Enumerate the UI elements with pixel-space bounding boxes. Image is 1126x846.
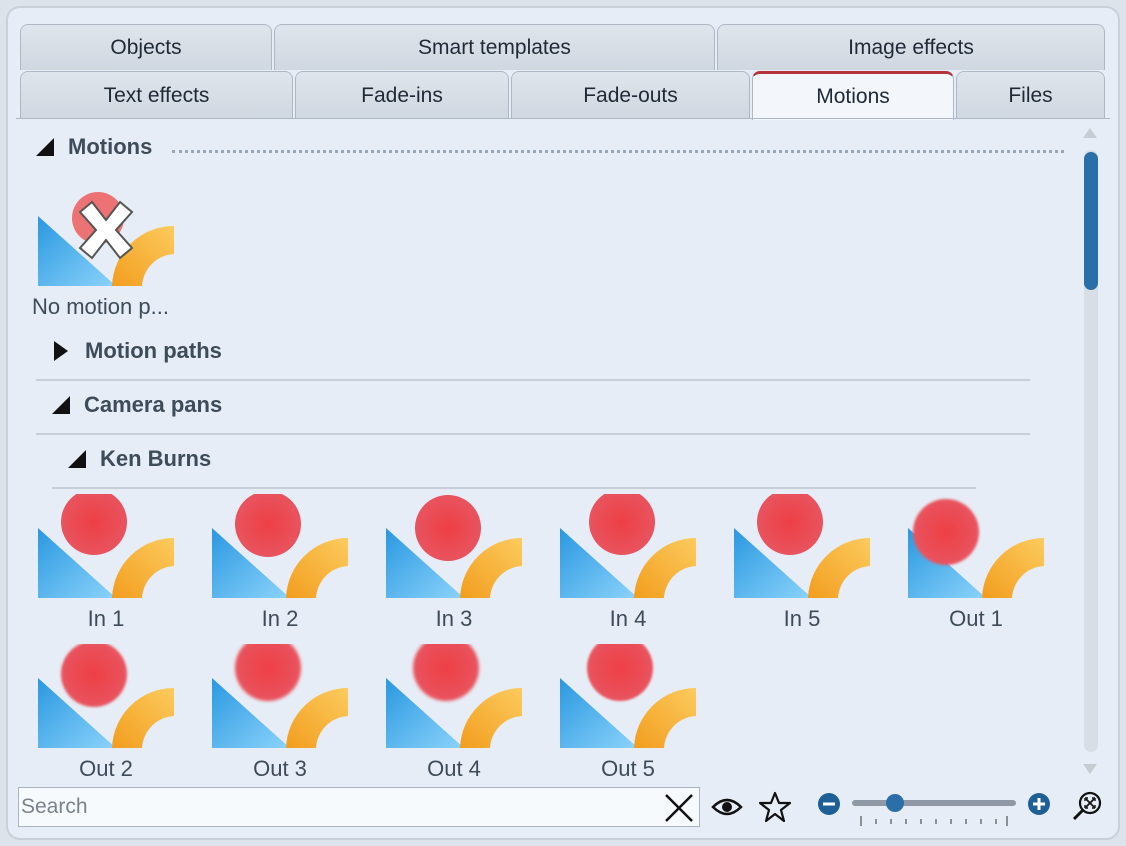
ken-burns-item[interactable]: Out 3 bbox=[210, 644, 350, 782]
section-separator bbox=[36, 379, 1030, 381]
ken-burns-item-label: Out 2 bbox=[79, 756, 133, 781]
zoom-slider[interactable] bbox=[852, 800, 1016, 806]
motion-thumbnail-icon bbox=[38, 494, 174, 598]
motion-thumbnail-icon bbox=[908, 499, 1044, 598]
motion-thumbnail-icon bbox=[734, 494, 870, 598]
ken-burns-item[interactable]: Out 2 bbox=[36, 644, 176, 782]
scrollbar-thumb[interactable] bbox=[1084, 152, 1098, 290]
ken-burns-item-label: Out 5 bbox=[601, 756, 655, 781]
section-separator bbox=[36, 433, 1030, 435]
zoom-slider-ticks bbox=[860, 816, 1008, 826]
search-box bbox=[18, 787, 700, 827]
motion-thumbnail-icon bbox=[212, 494, 348, 598]
motion-thumbnail-icon bbox=[386, 644, 522, 748]
zoom-out-icon[interactable] bbox=[817, 792, 841, 816]
search-input[interactable] bbox=[21, 790, 661, 824]
no-motion-label: No motion p... bbox=[32, 294, 169, 319]
section-motion-paths[interactable]: Motion paths bbox=[54, 338, 222, 364]
ken-burns-item-label: In 2 bbox=[261, 606, 299, 631]
eye-icon[interactable] bbox=[711, 793, 743, 821]
ken-burns-item-label: In 5 bbox=[783, 606, 821, 631]
motion-thumbnail-icon bbox=[386, 495, 522, 598]
motion-thumbnail-icon bbox=[560, 494, 696, 598]
ken-burns-item[interactable]: Out 1 bbox=[906, 494, 1046, 632]
motion-thumbnail-icon bbox=[38, 644, 174, 748]
ken-burns-item[interactable]: In 1 bbox=[36, 494, 176, 632]
ken-burns-item-label: Out 3 bbox=[253, 756, 307, 781]
clear-x-icon[interactable] bbox=[663, 792, 695, 824]
section-camera-pans-label: Camera pans bbox=[84, 392, 223, 417]
ken-burns-item[interactable]: Out 4 bbox=[384, 644, 524, 782]
section-ken-burns[interactable]: Ken Burns bbox=[68, 446, 211, 472]
section-motion-paths-label: Motion paths bbox=[85, 338, 222, 363]
ken-burns-item[interactable]: In 3 bbox=[384, 494, 524, 632]
zoom-slider-knob[interactable] bbox=[886, 794, 904, 812]
section-motions[interactable]: Motions bbox=[36, 134, 152, 160]
tab-files[interactable]: Files bbox=[956, 71, 1105, 119]
scroll-up-arrow-icon[interactable] bbox=[1083, 128, 1097, 138]
tab-smart-templates[interactable]: Smart templates bbox=[274, 24, 715, 70]
tab-objects[interactable]: Objects bbox=[20, 24, 272, 70]
star-icon[interactable] bbox=[759, 791, 791, 823]
motion-thumbnail-icon bbox=[560, 644, 696, 748]
tab-text-effects[interactable]: Text effects bbox=[20, 71, 293, 119]
no-motion-thumbnail-icon bbox=[38, 192, 174, 286]
section-separator bbox=[52, 487, 976, 489]
section-divider bbox=[172, 150, 1064, 153]
section-camera-pans[interactable]: Camera pans bbox=[52, 392, 222, 418]
ken-burns-item-label: Out 1 bbox=[949, 606, 1003, 631]
expand-triangle-icon[interactable] bbox=[54, 341, 68, 361]
tab-motions[interactable]: Motions bbox=[752, 71, 954, 120]
motion-thumbnail-icon bbox=[212, 644, 348, 748]
section-ken-burns-label: Ken Burns bbox=[100, 446, 212, 471]
tab-divider bbox=[16, 118, 1110, 119]
collapse-triangle-icon[interactable] bbox=[36, 138, 54, 156]
ken-burns-item-label: In 3 bbox=[435, 606, 473, 631]
tab-image-effects[interactable]: Image effects bbox=[717, 24, 1105, 70]
ken-burns-item[interactable]: Out 5 bbox=[558, 644, 698, 782]
tab-fade-outs[interactable]: Fade-outs bbox=[511, 71, 750, 119]
zoom-in-icon[interactable] bbox=[1027, 792, 1051, 816]
section-motions-label: Motions bbox=[68, 134, 153, 159]
ken-burns-item[interactable]: In 5 bbox=[732, 494, 872, 632]
ken-burns-item-label: In 1 bbox=[87, 606, 125, 631]
ken-burns-item-label: In 4 bbox=[609, 606, 647, 631]
collapse-triangle-icon[interactable] bbox=[52, 396, 70, 414]
scroll-down-arrow-icon[interactable] bbox=[1083, 764, 1097, 774]
ken-burns-item-label: Out 4 bbox=[427, 756, 481, 781]
ken-burns-item[interactable]: In 4 bbox=[558, 494, 698, 632]
zoom-fit-icon[interactable] bbox=[1071, 790, 1103, 822]
ken-burns-item[interactable]: In 2 bbox=[210, 494, 350, 632]
no-motion-path-item[interactable]: No motion p... bbox=[32, 190, 176, 320]
collapse-triangle-icon[interactable] bbox=[68, 450, 86, 468]
tab-fade-ins[interactable]: Fade-ins bbox=[295, 71, 509, 119]
